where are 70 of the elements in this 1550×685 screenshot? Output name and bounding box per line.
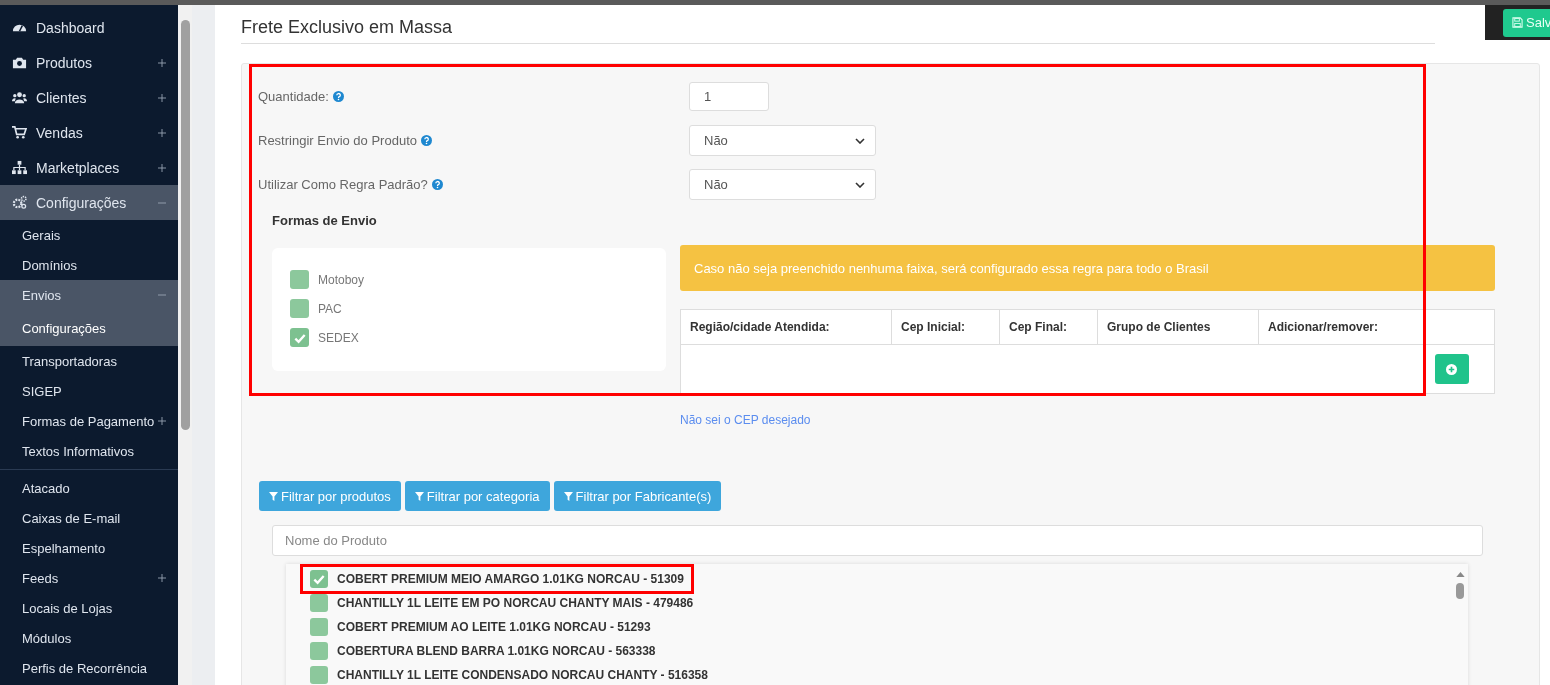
column-header: Cep Final: bbox=[999, 309, 1098, 345]
field-label: Quantidade: bbox=[258, 89, 329, 104]
sidebar-item[interactable]: Marketplaces bbox=[0, 150, 178, 185]
sidebar-item[interactable]: Espelhamento bbox=[0, 533, 178, 563]
option-label: PAC bbox=[318, 301, 342, 316]
checkbox[interactable] bbox=[310, 618, 328, 636]
filter-icon bbox=[563, 491, 573, 501]
sidebar-item[interactable]: Transportadoras bbox=[0, 346, 178, 376]
checkbox[interactable] bbox=[290, 270, 309, 289]
warning-alert: Caso não seja preenchido nenhuma faixa, será configurado essa regra para todo o Brasil bbox=[680, 245, 1495, 291]
help-icon bbox=[332, 91, 344, 102]
sidebar-item[interactable]: Envios bbox=[0, 280, 178, 310]
sidebar-item[interactable]: Perfis de Recorrência bbox=[0, 653, 178, 683]
sidebar-item[interactable]: Módulos bbox=[0, 623, 178, 653]
sidebar-item[interactable]: Dashboard bbox=[0, 10, 178, 45]
scroll-up-icon[interactable] bbox=[1455, 572, 1465, 577]
floppy-icon bbox=[1512, 17, 1523, 28]
product-name: COBERT PREMIUM MEIO AMARGO 1.01KG NORCAU - 51309 bbox=[337, 572, 684, 586]
section-heading: Formas de Envio bbox=[272, 213, 378, 228]
filter-icon bbox=[414, 491, 424, 501]
column-header: Grupo de Clientes bbox=[1097, 309, 1259, 345]
column-header: Adicionar/remover: bbox=[1258, 309, 1426, 345]
column-header: Cep Inicial: bbox=[891, 309, 1000, 345]
help-icon bbox=[431, 179, 443, 190]
checkbox[interactable] bbox=[290, 299, 309, 318]
gears-icon bbox=[12, 195, 27, 210]
sidebar-item[interactable]: Clientes bbox=[0, 80, 178, 115]
chevron-down-icon bbox=[855, 181, 865, 188]
scrollbar[interactable] bbox=[178, 5, 192, 685]
checkbox[interactable] bbox=[290, 328, 309, 347]
sidebar-item[interactable]: Caixas de E-mail bbox=[0, 503, 178, 533]
sidebar-item[interactable]: Configurações bbox=[0, 185, 178, 220]
sidebar-item[interactable]: Formas de Pagamento bbox=[0, 406, 178, 436]
sidebar-item[interactable]: Feeds bbox=[0, 563, 178, 593]
camera-icon bbox=[12, 55, 27, 70]
chevron-down-icon bbox=[855, 137, 865, 144]
sidebar-item[interactable]: Domínios bbox=[0, 250, 178, 280]
option-label: SEDEX bbox=[318, 330, 359, 345]
sidebar-item[interactable]: SIGEP bbox=[0, 376, 178, 406]
users-icon bbox=[12, 90, 27, 105]
product-name: COBERT PREMIUM AO LEITE 1.01KG NORCAU - 51293 bbox=[337, 620, 651, 634]
page-title: Frete Exclusivo em Massa bbox=[241, 5, 1435, 44]
sidebar-item[interactable]: Textos Informativos bbox=[0, 436, 178, 466]
option-label: Motoboy bbox=[318, 272, 365, 287]
add-button[interactable] bbox=[1434, 354, 1469, 384]
filter-icon bbox=[269, 491, 278, 501]
field-label: Utilizar Como Regra Padrão? bbox=[258, 177, 428, 192]
sidebar-item[interactable]: Atacado bbox=[0, 473, 178, 503]
cart-icon bbox=[12, 125, 27, 140]
column-header: Região/cidade Atendida: bbox=[680, 309, 892, 345]
sidebar-item[interactable]: Gerais bbox=[0, 220, 178, 250]
field-label: Restringir Envio do Produto bbox=[258, 133, 417, 148]
checkbox[interactable] bbox=[310, 570, 328, 588]
sitemap-icon bbox=[12, 160, 27, 175]
product-search-field[interactable]: Nome do Produto bbox=[272, 525, 1483, 556]
product-name: CHANTILLY 1L LEITE EM PO NORCAU CHANTY MAIS - 479486 bbox=[337, 596, 694, 610]
checkbox[interactable] bbox=[310, 666, 328, 684]
scrollbar-thumb[interactable] bbox=[1456, 583, 1464, 599]
sidebar-item[interactable]: Vendas bbox=[0, 115, 178, 150]
plus-circle-icon bbox=[1446, 363, 1457, 375]
checkbox[interactable] bbox=[310, 642, 328, 660]
sidebar-item[interactable]: Locais de Lojas bbox=[0, 593, 178, 623]
quantity-field[interactable]: 1 bbox=[689, 82, 769, 111]
product-name: CHANTILLY 1L LEITE CONDENSADO NORCAU CHANTY - 516358 bbox=[337, 668, 708, 682]
product-name: COBERTURA BLEND BARRA 1.01KG NORCAU - 563338 bbox=[337, 644, 656, 658]
select-field[interactable]: Não bbox=[689, 125, 876, 156]
sidebar-item[interactable]: Produtos bbox=[0, 45, 178, 80]
checkbox[interactable] bbox=[310, 594, 328, 612]
help-icon bbox=[421, 135, 432, 146]
select-field[interactable]: Não bbox=[689, 169, 876, 200]
